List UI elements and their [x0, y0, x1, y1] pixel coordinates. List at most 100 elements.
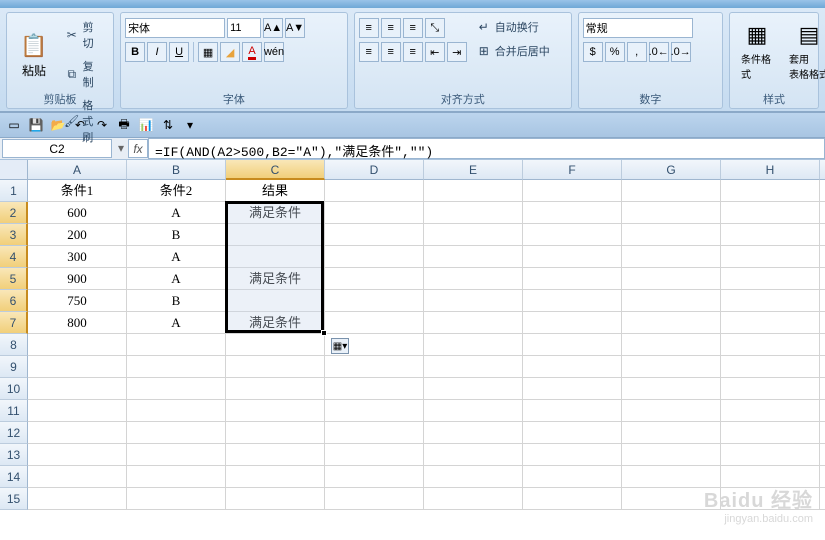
- cell-I2[interactable]: [820, 202, 825, 224]
- cell-B12[interactable]: [127, 422, 226, 444]
- spreadsheet-grid[interactable]: ABCDEFGHI 123456789101112131415 条件1条件2结果…: [0, 160, 825, 540]
- cell-D12[interactable]: [325, 422, 424, 444]
- cell-C11[interactable]: [226, 400, 325, 422]
- cell-C13[interactable]: [226, 444, 325, 466]
- cell-I12[interactable]: [820, 422, 825, 444]
- font-name-combo[interactable]: [125, 18, 225, 38]
- cell-F14[interactable]: [523, 466, 622, 488]
- cell-E14[interactable]: [424, 466, 523, 488]
- cell-H7[interactable]: [721, 312, 820, 334]
- cell-F11[interactable]: [523, 400, 622, 422]
- cell-A13[interactable]: [28, 444, 127, 466]
- cell-E1[interactable]: [424, 180, 523, 202]
- column-header-I[interactable]: I: [820, 160, 825, 180]
- cell-H3[interactable]: [721, 224, 820, 246]
- chart-icon[interactable]: 📊: [138, 117, 154, 133]
- namebox-dropdown-icon[interactable]: ▾: [114, 138, 128, 159]
- cell-B15[interactable]: [127, 488, 226, 510]
- cell-H2[interactable]: [721, 202, 820, 224]
- align-middle-button[interactable]: ≡: [381, 18, 401, 38]
- cell-I13[interactable]: [820, 444, 825, 466]
- select-all-corner[interactable]: [0, 160, 28, 180]
- cell-A2[interactable]: 600: [28, 202, 127, 224]
- cell-E4[interactable]: [424, 246, 523, 268]
- cell-C3[interactable]: [226, 224, 325, 246]
- cell-A9[interactable]: [28, 356, 127, 378]
- cell-G5[interactable]: [622, 268, 721, 290]
- cell-C15[interactable]: [226, 488, 325, 510]
- row-header-1[interactable]: 1: [0, 180, 28, 202]
- cell-I15[interactable]: [820, 488, 825, 510]
- currency-button[interactable]: $: [583, 42, 603, 62]
- row-header-13[interactable]: 13: [0, 444, 28, 466]
- cell-E10[interactable]: [424, 378, 523, 400]
- copy-button[interactable]: ⧉复制: [59, 55, 109, 93]
- cell-G1[interactable]: [622, 180, 721, 202]
- cell-D11[interactable]: [325, 400, 424, 422]
- column-header-C[interactable]: C: [226, 160, 325, 180]
- cell-G15[interactable]: [622, 488, 721, 510]
- cell-B13[interactable]: [127, 444, 226, 466]
- cell-B4[interactable]: A: [127, 246, 226, 268]
- cell-D15[interactable]: [325, 488, 424, 510]
- row-header-14[interactable]: 14: [0, 466, 28, 488]
- orientation-button[interactable]: ⤡: [425, 18, 445, 38]
- cell-C8[interactable]: [226, 334, 325, 356]
- row-header-6[interactable]: 6: [0, 290, 28, 312]
- cell-C14[interactable]: [226, 466, 325, 488]
- cell-D5[interactable]: [325, 268, 424, 290]
- bold-button[interactable]: B: [125, 42, 145, 62]
- row-header-15[interactable]: 15: [0, 488, 28, 510]
- cell-C2[interactable]: 满足条件: [226, 202, 325, 224]
- align-bottom-button[interactable]: ≡: [403, 18, 423, 38]
- row-header-8[interactable]: 8: [0, 334, 28, 356]
- cell-F6[interactable]: [523, 290, 622, 312]
- column-header-F[interactable]: F: [523, 160, 622, 180]
- cell-H4[interactable]: [721, 246, 820, 268]
- row-header-5[interactable]: 5: [0, 268, 28, 290]
- cell-B1[interactable]: 条件2: [127, 180, 226, 202]
- cell-I1[interactable]: [820, 180, 825, 202]
- increase-decimal-button[interactable]: .0←: [649, 42, 669, 62]
- row-header-10[interactable]: 10: [0, 378, 28, 400]
- cell-H9[interactable]: [721, 356, 820, 378]
- row-header-12[interactable]: 12: [0, 422, 28, 444]
- cell-A14[interactable]: [28, 466, 127, 488]
- cell-F1[interactable]: [523, 180, 622, 202]
- cell-D4[interactable]: [325, 246, 424, 268]
- cell-I10[interactable]: [820, 378, 825, 400]
- increase-indent-button[interactable]: ⇥: [447, 42, 467, 62]
- cell-F5[interactable]: [523, 268, 622, 290]
- cell-F3[interactable]: [523, 224, 622, 246]
- cell-H14[interactable]: [721, 466, 820, 488]
- comma-button[interactable]: ,: [627, 42, 647, 62]
- cell-A1[interactable]: 条件1: [28, 180, 127, 202]
- cell-A4[interactable]: 300: [28, 246, 127, 268]
- cell-E7[interactable]: [424, 312, 523, 334]
- cell-G6[interactable]: [622, 290, 721, 312]
- cell-B10[interactable]: [127, 378, 226, 400]
- cell-F8[interactable]: [523, 334, 622, 356]
- cell-A7[interactable]: 800: [28, 312, 127, 334]
- cell-E15[interactable]: [424, 488, 523, 510]
- cell-D10[interactable]: [325, 378, 424, 400]
- cell-I3[interactable]: [820, 224, 825, 246]
- cell-I4[interactable]: [820, 246, 825, 268]
- cell-A10[interactable]: [28, 378, 127, 400]
- cell-D7[interactable]: [325, 312, 424, 334]
- cell-F10[interactable]: [523, 378, 622, 400]
- row-header-7[interactable]: 7: [0, 312, 28, 334]
- cell-A6[interactable]: 750: [28, 290, 127, 312]
- cell-A8[interactable]: [28, 334, 127, 356]
- column-header-G[interactable]: G: [622, 160, 721, 180]
- cell-B11[interactable]: [127, 400, 226, 422]
- cell-G4[interactable]: [622, 246, 721, 268]
- cell-F2[interactable]: [523, 202, 622, 224]
- cell-D14[interactable]: [325, 466, 424, 488]
- cell-B6[interactable]: B: [127, 290, 226, 312]
- fx-button[interactable]: fx: [128, 139, 148, 158]
- cell-H13[interactable]: [721, 444, 820, 466]
- cell-H8[interactable]: [721, 334, 820, 356]
- cell-E9[interactable]: [424, 356, 523, 378]
- cell-C1[interactable]: 结果: [226, 180, 325, 202]
